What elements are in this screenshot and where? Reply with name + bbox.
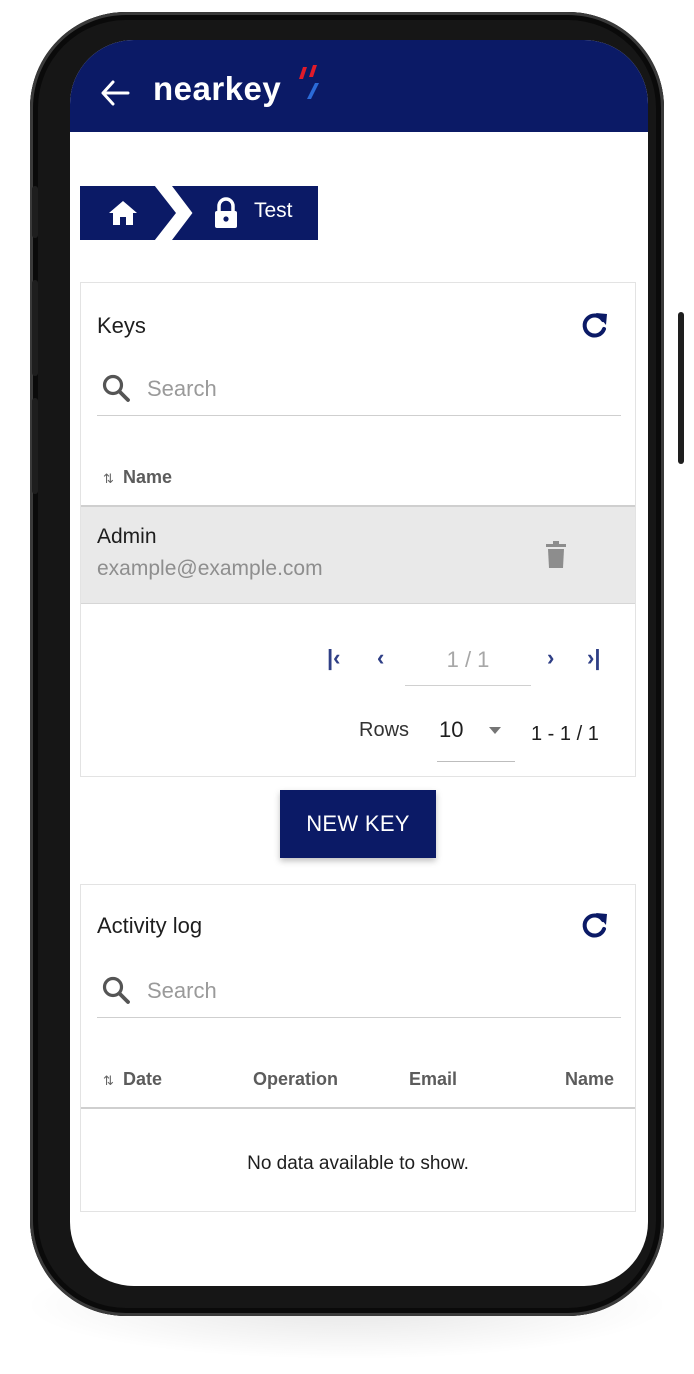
column-header-name[interactable]: Name <box>123 467 172 488</box>
sort-icon[interactable]: ⇅ <box>103 1073 114 1089</box>
column-header-name[interactable]: Name <box>565 1069 614 1090</box>
side-button-power <box>678 312 684 464</box>
search-icon <box>102 976 130 1004</box>
side-button-top <box>32 186 38 238</box>
search-icon <box>102 374 130 402</box>
page-indicator: 1 / 1 <box>405 647 531 686</box>
activity-search-input[interactable] <box>145 973 589 1009</box>
keys-panel: Keys ⇅ Name Admin example@example.com |‹… <box>80 282 636 777</box>
sort-icon[interactable]: ⇅ <box>103 471 114 487</box>
logo-marks-icon <box>299 65 319 99</box>
table-header-divider <box>81 1107 635 1109</box>
activity-search <box>97 967 621 1018</box>
column-header-date[interactable]: Date <box>123 1069 162 1090</box>
refresh-icon[interactable] <box>581 911 609 939</box>
range-text: 1 - 1 / 1 <box>531 723 599 745</box>
column-header-email[interactable]: Email <box>409 1069 457 1090</box>
new-key-button[interactable]: NEW KEY <box>280 790 436 858</box>
back-arrow-icon[interactable] <box>100 80 130 106</box>
phone-screen: nearkey Test Keys Search ⇅ Name Admin ex… <box>70 40 648 1286</box>
last-page-button[interactable]: ›| <box>587 645 600 671</box>
first-page-button[interactable]: |‹ <box>327 645 340 671</box>
refresh-icon[interactable] <box>581 311 609 339</box>
logo-text: nearkey <box>153 70 282 107</box>
breadcrumb: Test <box>80 186 320 240</box>
prev-page-button[interactable]: ‹ <box>377 645 384 671</box>
side-button-volume-down <box>32 398 38 494</box>
rows-label: Rows <box>359 719 410 741</box>
key-name: Admin <box>97 525 157 548</box>
breadcrumb-current[interactable]: Test <box>172 186 318 240</box>
trash-icon[interactable] <box>545 541 567 569</box>
activity-log-panel: Activity log ⇅ Date Operation Email Name… <box>80 884 636 1212</box>
breadcrumb-current-label: Test <box>254 199 293 222</box>
keys-panel-title: Keys <box>97 313 146 338</box>
next-page-button[interactable]: › <box>547 645 554 671</box>
app-bar: nearkey <box>70 40 648 132</box>
home-icon <box>109 201 137 225</box>
lock-icon <box>215 197 237 228</box>
table-row[interactable]: Admin example@example.com <box>81 505 635 604</box>
column-header-operation[interactable]: Operation <box>253 1069 338 1090</box>
keys-search-input[interactable] <box>145 371 589 407</box>
rows-per-page-select[interactable]: 10 <box>437 717 515 762</box>
empty-state-message: No data available to show. <box>247 1153 469 1174</box>
activity-log-title: Activity log <box>97 913 203 938</box>
keys-search <box>97 365 621 416</box>
key-email: example@example.com <box>97 557 323 580</box>
dropdown-caret-icon <box>489 727 501 734</box>
side-button-volume-up <box>32 280 38 376</box>
breadcrumb-home[interactable] <box>80 186 176 240</box>
rows-per-page-value: 10 <box>439 717 464 742</box>
